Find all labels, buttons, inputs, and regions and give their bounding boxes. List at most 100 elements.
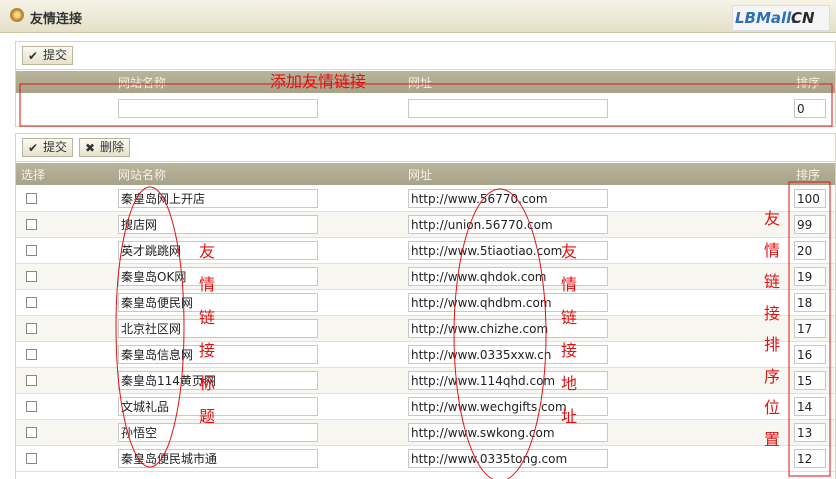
link-order-input[interactable] xyxy=(794,215,826,234)
link-name-input[interactable] xyxy=(118,319,318,338)
row-select-checkbox[interactable] xyxy=(26,245,37,256)
annotation-char: 位 xyxy=(764,398,781,417)
link-url-input[interactable] xyxy=(408,397,608,416)
row-select-checkbox[interactable] xyxy=(26,427,37,438)
annotation-char: 情 xyxy=(764,240,781,260)
add-col-name: 网站名称 xyxy=(118,76,167,90)
annotation-char: 址 xyxy=(561,407,578,426)
link-name-input[interactable] xyxy=(118,371,318,390)
add-col-url: 网址 xyxy=(408,76,433,90)
link-order-input[interactable] xyxy=(794,397,826,416)
row-select-checkbox[interactable] xyxy=(26,453,37,464)
table-row xyxy=(16,186,835,212)
link-order-input[interactable] xyxy=(794,319,826,338)
row-select-checkbox[interactable] xyxy=(26,219,37,230)
lbmall-logo: LBMall. CN xyxy=(732,5,830,31)
logo-text-main: LBMall. xyxy=(735,9,798,27)
link-url-input[interactable] xyxy=(408,241,608,260)
annotation-char: 标 xyxy=(199,374,216,393)
link-order-input[interactable] xyxy=(794,345,826,364)
link-order-input[interactable] xyxy=(794,241,826,260)
close-icon: ✖ xyxy=(85,141,96,155)
row-select-checkbox[interactable] xyxy=(26,323,37,334)
list-col-url: 网址 xyxy=(408,168,433,182)
list-col-order: 排序 xyxy=(796,168,821,182)
link-order-input[interactable] xyxy=(794,371,826,390)
annotation-char: 置 xyxy=(764,429,781,449)
annotation-char: 链 xyxy=(764,272,781,291)
window-title: 友情连接 xyxy=(30,12,83,27)
link-name-input[interactable] xyxy=(118,345,318,364)
table-row xyxy=(16,238,835,264)
link-url-input[interactable] xyxy=(408,189,608,208)
new-url-input[interactable] xyxy=(408,99,608,118)
table-row xyxy=(16,446,835,472)
link-name-input[interactable] xyxy=(118,267,318,286)
link-name-input[interactable] xyxy=(118,449,318,468)
link-order-input[interactable] xyxy=(794,267,826,286)
list-col-select: 选择 xyxy=(21,168,46,182)
add-submit-label: 提交 xyxy=(43,48,68,62)
row-select-checkbox[interactable] xyxy=(26,375,37,386)
table-row xyxy=(16,420,835,446)
add-link-panel: ✔ 提交 网站名称 网址 排序 xyxy=(15,41,836,127)
row-select-checkbox[interactable] xyxy=(26,193,37,204)
add-input-row xyxy=(16,96,835,122)
link-name-input[interactable] xyxy=(118,397,318,416)
add-header-row: 网站名称 网址 排序 xyxy=(16,71,835,93)
list-header-row: 选择 网站名称 网址 排序 xyxy=(16,163,835,185)
link-list-panel: ✔ 提交 ✖ 删除 选择 网站名称 网址 排序 xyxy=(15,133,836,479)
add-col-order: 排序 xyxy=(796,76,821,90)
table-row xyxy=(16,264,835,290)
link-name-input[interactable] xyxy=(118,423,318,442)
annotation-char: 题 xyxy=(199,407,216,426)
new-order-input[interactable] xyxy=(794,99,826,118)
annotation-char: 地 xyxy=(561,374,578,393)
link-order-input[interactable] xyxy=(794,293,826,312)
link-url-input[interactable] xyxy=(408,449,608,468)
link-url-input[interactable] xyxy=(408,293,608,312)
link-url-input[interactable] xyxy=(408,267,608,286)
new-name-input[interactable] xyxy=(118,99,318,118)
table-row xyxy=(16,316,835,342)
table-row xyxy=(16,394,835,420)
add-submit-button[interactable]: ✔ 提交 xyxy=(22,46,74,65)
link-url-input[interactable] xyxy=(408,319,608,338)
link-order-input[interactable] xyxy=(794,449,826,468)
annotation-char: 接 xyxy=(561,341,578,360)
link-url-input[interactable] xyxy=(408,423,608,442)
link-name-input[interactable] xyxy=(118,293,318,312)
row-select-checkbox[interactable] xyxy=(26,271,37,282)
row-select-checkbox[interactable] xyxy=(26,297,37,308)
annotation-char: 友 xyxy=(199,242,216,261)
annotation-char: 友 xyxy=(764,209,781,228)
annotation-char: 接 xyxy=(764,303,781,323)
check-icon: ✔ xyxy=(28,141,39,155)
link-url-input[interactable] xyxy=(408,371,608,390)
link-url-input[interactable] xyxy=(408,215,608,234)
link-name-input[interactable] xyxy=(118,241,318,260)
table-row xyxy=(16,342,835,368)
gear-icon xyxy=(10,8,24,22)
logo-text-cn: CN xyxy=(791,9,815,27)
link-order-input[interactable] xyxy=(794,423,826,442)
list-col-name: 网站名称 xyxy=(118,168,167,182)
link-url-input[interactable] xyxy=(408,345,608,364)
table-row xyxy=(16,212,835,238)
table-row xyxy=(16,368,835,394)
delete-label: 删除 xyxy=(100,140,125,154)
link-order-input[interactable] xyxy=(794,189,826,208)
annotation-char: 序 xyxy=(764,366,781,386)
row-select-checkbox[interactable] xyxy=(26,349,37,360)
row-select-checkbox[interactable] xyxy=(26,401,37,412)
delete-button[interactable]: ✖ 删除 xyxy=(79,138,131,157)
annotation-char: 情 xyxy=(199,275,216,294)
list-toolbar: ✔ 提交 ✖ 删除 xyxy=(16,134,835,162)
annotation-char: 友 xyxy=(561,242,578,261)
annotation-char: 排 xyxy=(764,335,781,354)
list-submit-button[interactable]: ✔ 提交 xyxy=(22,138,74,157)
window-titlebar: 友情连接 LBMall. CN xyxy=(0,0,836,33)
list-submit-label: 提交 xyxy=(43,140,68,154)
link-name-input[interactable] xyxy=(118,189,318,208)
link-name-input[interactable] xyxy=(118,215,318,234)
